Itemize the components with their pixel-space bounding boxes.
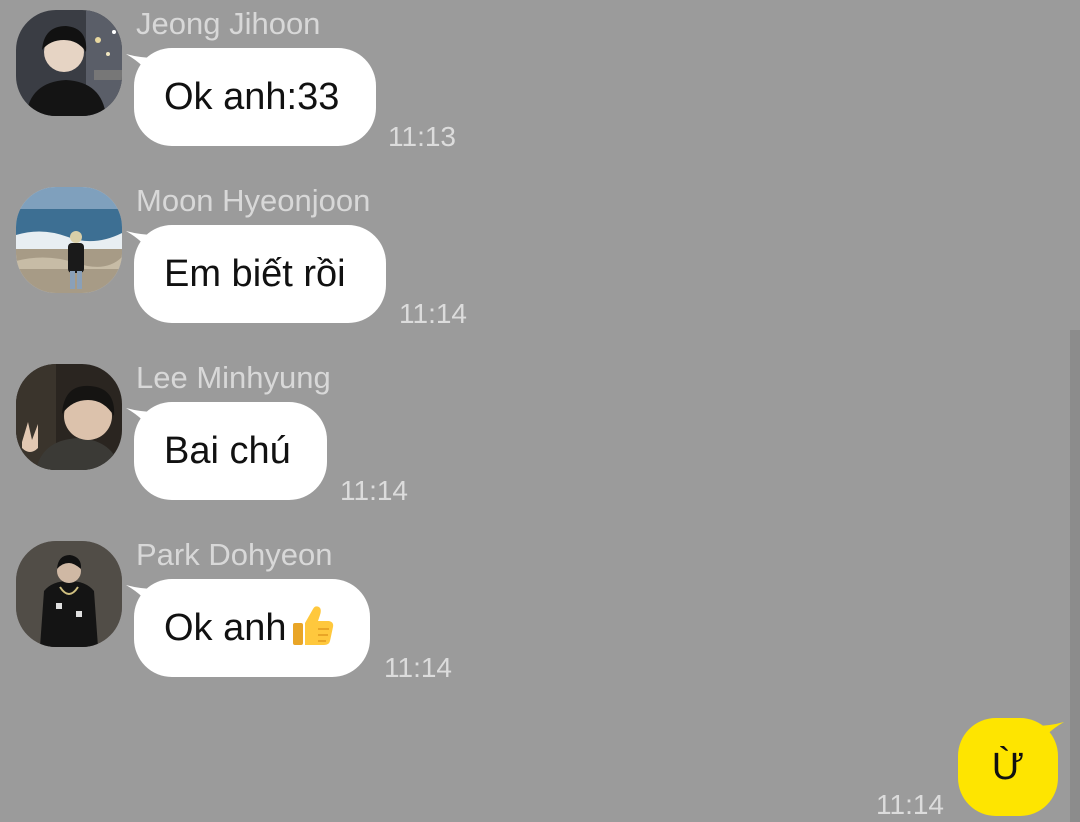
avatar-image [16, 364, 122, 470]
avatar-park-dohyeon[interactable] [16, 541, 122, 647]
my-message-text: Ừ [991, 746, 1025, 788]
thumbs-up-icon [292, 606, 333, 645]
message-row: Lee Minhyung Bai chú 11:14 [0, 354, 1080, 514]
my-message-time: 11:14 [876, 789, 944, 820]
sender-name: Lee Minhyung [136, 360, 331, 395]
avatar-image [16, 10, 122, 116]
avatar-image [16, 187, 122, 293]
message-row: Jeong Jihoon Ok anh:33 11:13 [0, 0, 1080, 160]
message-text: Em biết rồi [164, 253, 346, 295]
message-text: Bai chú [164, 430, 291, 472]
message-bubble[interactable]: Em biết rồi [134, 225, 386, 323]
my-message-bubble[interactable]: Ừ [958, 718, 1058, 816]
sender-name: Jeong Jihoon [136, 6, 321, 41]
message-time: 11:14 [384, 652, 452, 683]
avatar-image [16, 541, 122, 647]
message-bubble[interactable]: Bai chú [134, 402, 327, 500]
sender-name: Park Dohyeon [136, 537, 333, 572]
message-bubble[interactable]: Ok anh [134, 579, 370, 677]
message-text: Ok anh [164, 607, 287, 649]
avatar-moon-hyeonjoon[interactable] [16, 187, 122, 293]
avatar-lee-minhyung[interactable] [16, 364, 122, 470]
avatar-jeong-jihoon[interactable] [16, 10, 122, 116]
message-bubble[interactable]: Ok anh:33 [134, 48, 376, 146]
message-text: Ok anh:33 [164, 76, 340, 118]
message-time: 11:14 [340, 475, 408, 506]
message-time: 11:13 [388, 121, 456, 152]
message-row: Park Dohyeon Ok anh 11:14 [0, 531, 1080, 691]
message-time: 11:14 [399, 298, 467, 329]
sender-name: Moon Hyeonjoon [136, 183, 371, 218]
message-row: Moon Hyeonjoon Em biết rồi 11:14 [0, 177, 1080, 337]
